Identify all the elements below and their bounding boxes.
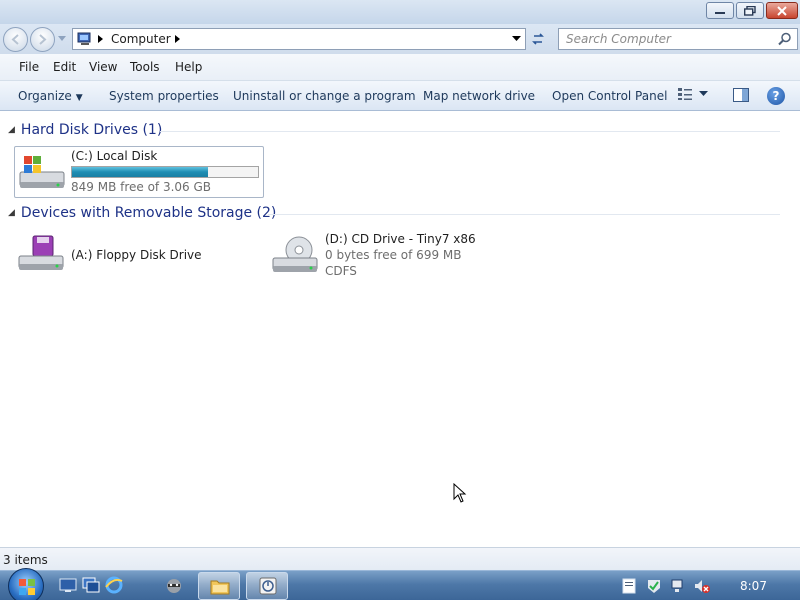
- search-icon[interactable]: [778, 32, 792, 46]
- organize-dropdown-icon: ▼: [75, 93, 83, 103]
- refresh-button[interactable]: [528, 30, 548, 48]
- forward-button[interactable]: [30, 27, 55, 52]
- system-properties-button[interactable]: System properties: [109, 89, 219, 103]
- preview-pane-icon[interactable]: [733, 88, 749, 102]
- minimize-icon: [715, 11, 725, 14]
- document-tray-icon[interactable]: [622, 578, 636, 594]
- breadcrumb-arrow-icon[interactable]: [175, 35, 181, 43]
- drive-a-name: (A:) Floppy Disk Drive: [71, 248, 202, 262]
- drive-d-name: (D:) CD Drive - Tiny7 x86: [325, 232, 476, 246]
- menu-tools[interactable]: Tools: [130, 60, 160, 74]
- hard-drive-windows-icon: [19, 156, 65, 188]
- menu-help[interactable]: Help: [175, 60, 202, 74]
- content-area: ◢ Hard Disk Drives (1) (C:) Local Disk 8…: [0, 112, 800, 547]
- clock[interactable]: 8:07: [740, 579, 767, 593]
- item-count: 3 items: [3, 553, 48, 567]
- drive-a-floppy[interactable]: (A:) Floppy Disk Drive: [14, 230, 254, 278]
- taskbar-explorer-button[interactable]: [198, 572, 240, 600]
- network-icon[interactable]: [670, 578, 686, 594]
- address-row: Computer Search Computer: [0, 24, 800, 54]
- windows-logo-icon: [19, 579, 35, 595]
- collapse-group-icon[interactable]: ◢: [8, 208, 15, 218]
- search-box[interactable]: Search Computer: [558, 28, 798, 50]
- drive-c-local-disk[interactable]: (C:) Local Disk 849 MB free of 3.06 GB: [14, 146, 264, 198]
- restore-icon: [744, 5, 756, 16]
- map-network-drive-button[interactable]: Map network drive: [423, 89, 535, 103]
- menu-edit[interactable]: Edit: [53, 60, 76, 74]
- recent-pages-dropdown-icon[interactable]: [58, 36, 66, 42]
- search-placeholder: Search Computer: [566, 32, 671, 46]
- view-options-icon: [678, 88, 692, 100]
- volume-muted-icon[interactable]: [694, 578, 710, 594]
- folder-icon: [210, 580, 230, 595]
- restore-button[interactable]: [736, 2, 764, 19]
- change-view-button[interactable]: [677, 87, 708, 101]
- minimize-button[interactable]: [706, 2, 734, 19]
- address-location[interactable]: Computer: [111, 32, 171, 46]
- menu-file[interactable]: File: [19, 60, 39, 74]
- group-title: Devices with Removable Storage (2): [20, 205, 277, 221]
- address-bar[interactable]: Computer: [72, 28, 526, 50]
- uninstall-program-button[interactable]: Uninstall or change a program: [233, 89, 416, 103]
- refresh-icon: [532, 33, 544, 45]
- drive-c-usage-fill: [72, 167, 208, 177]
- drive-d-free-space: 0 bytes free of 699 MB: [325, 248, 462, 262]
- address-dropdown-icon[interactable]: [512, 36, 521, 42]
- breadcrumb-arrow-icon[interactable]: [98, 35, 104, 43]
- menu-view[interactable]: View: [89, 60, 117, 74]
- group-divider: [160, 131, 780, 132]
- drive-d-cd[interactable]: (D:) CD Drive - Tiny7 x86 0 bytes free o…: [268, 230, 508, 282]
- help-icon[interactable]: ?: [767, 87, 785, 105]
- drive-c-free-space: 849 MB free of 3.06 GB: [71, 180, 212, 194]
- organize-button[interactable]: Organize ▼: [18, 89, 83, 103]
- forward-arrow-icon: [39, 34, 47, 45]
- title-bar: [0, 0, 800, 24]
- group-hard-disk-drives[interactable]: ◢ Hard Disk Drives (1): [8, 122, 162, 138]
- status-bar: 3 items: [0, 547, 800, 570]
- computer-icon: [77, 32, 91, 45]
- taskbar: 8:07: [0, 568, 800, 600]
- cd-drive-icon: [272, 236, 318, 272]
- back-button[interactable]: [3, 27, 28, 52]
- group-divider: [268, 214, 780, 215]
- command-bar: Organize ▼ System properties Uninstall or…: [0, 81, 800, 111]
- action-center-icon[interactable]: [646, 578, 662, 594]
- close-button[interactable]: [766, 2, 798, 19]
- app-window-icon: [259, 577, 277, 595]
- internet-explorer-icon[interactable]: [105, 576, 123, 594]
- close-icon: [777, 5, 787, 16]
- raccoon-app-icon[interactable]: [165, 576, 183, 594]
- switch-windows-icon[interactable]: [82, 576, 100, 594]
- taskbar-app-button[interactable]: [246, 572, 288, 600]
- mouse-cursor-icon: [453, 483, 467, 503]
- drive-c-usage-bar: [71, 166, 259, 178]
- group-title: Hard Disk Drives (1): [20, 122, 163, 138]
- floppy-drive-icon: [18, 235, 64, 270]
- show-desktop-icon[interactable]: [59, 576, 77, 594]
- collapse-group-icon[interactable]: ◢: [8, 125, 15, 135]
- organize-label: Organize: [18, 89, 72, 103]
- view-dropdown-icon: [699, 91, 708, 96]
- group-removable-storage[interactable]: ◢ Devices with Removable Storage (2): [8, 205, 276, 221]
- drive-c-name: (C:) Local Disk: [71, 149, 158, 163]
- drive-d-filesystem: CDFS: [325, 264, 357, 278]
- start-button[interactable]: [8, 568, 44, 600]
- back-arrow-icon: [11, 34, 19, 45]
- open-control-panel-button[interactable]: Open Control Panel: [552, 89, 667, 103]
- menu-bar: File Edit View Tools Help: [0, 54, 800, 81]
